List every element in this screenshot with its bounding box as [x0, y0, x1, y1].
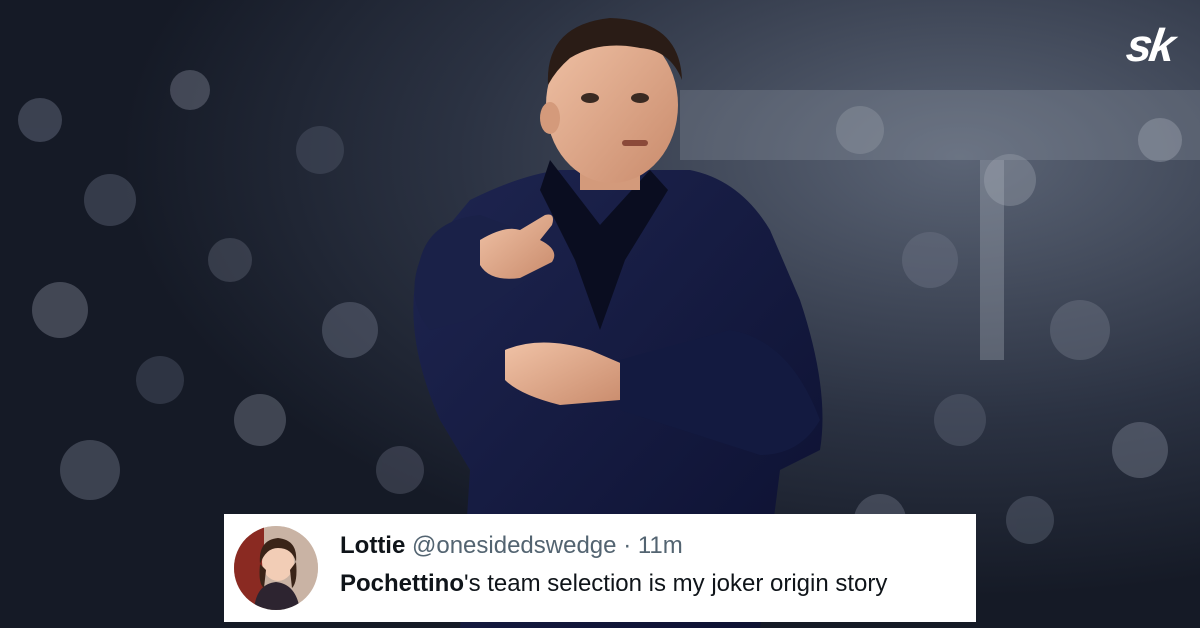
author-name[interactable]: Lottie	[340, 532, 405, 559]
author-avatar[interactable]	[234, 526, 318, 610]
sportskeeda-logo-icon: sk	[1123, 19, 1176, 71]
tweet-timestamp[interactable]: 11m	[638, 532, 683, 559]
separator-dot: ·	[623, 532, 632, 559]
tweet-text-bold: Pochettino	[340, 570, 464, 597]
tweet-text: Pochettino's team selection is my joker …	[340, 570, 887, 598]
tweet-text-rest: 's team selection is my joker origin sto…	[464, 570, 888, 597]
author-handle[interactable]: @onesidedswedge	[412, 532, 617, 559]
tweet-card[interactable]: Lottie @onesidedswedge · 11m Pochettino'…	[224, 514, 976, 622]
tweet-header: Lottie @onesidedswedge · 11m	[340, 532, 683, 560]
